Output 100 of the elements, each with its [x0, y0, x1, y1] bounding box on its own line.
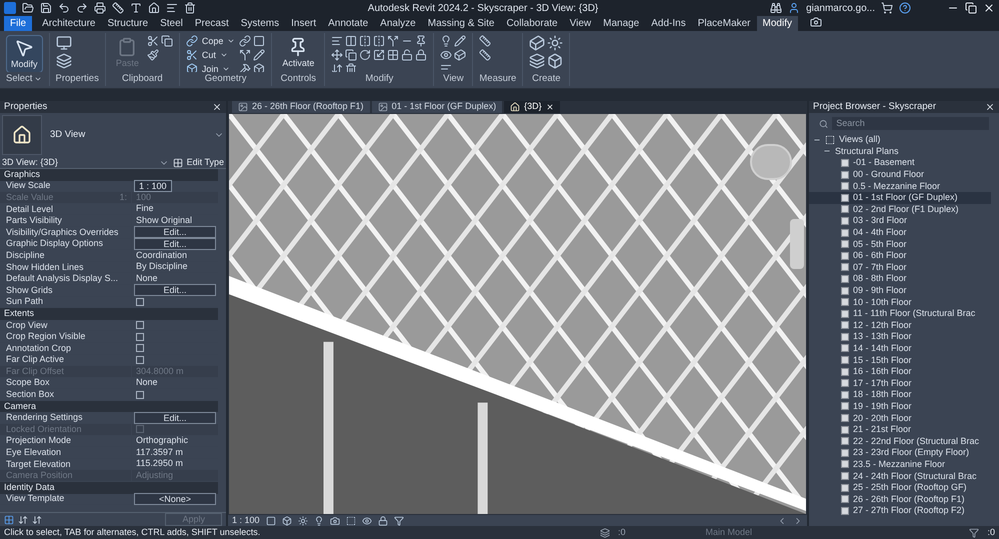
ribbon-tab[interactable]: Insert — [285, 16, 322, 31]
mirror-axis-icon[interactable] — [359, 35, 372, 47]
browser-item[interactable]: 14 - 14th Floor — [809, 342, 991, 354]
ribbon-tool-button[interactable]: Activate — [278, 35, 318, 71]
browser-item[interactable]: 27 - 27th Floor (Rooftop F2) — [809, 505, 991, 517]
ribbon-tab[interactable]: Analyze — [374, 16, 422, 31]
thin-lines-icon[interactable] — [166, 2, 178, 14]
checkbox[interactable] — [136, 321, 144, 330]
edit-button[interactable]: <None> — [134, 492, 216, 505]
ribbon-tab[interactable]: Systems — [234, 16, 286, 31]
measure-icon[interactable] — [479, 35, 492, 47]
browser-item[interactable]: 01 - 1st Floor (GF Duplex) — [809, 192, 991, 204]
view-window-tab[interactable]: 01 - 1st Floor (GF Duplex) — [372, 101, 502, 113]
ribbon-tab[interactable]: Annotate — [322, 16, 374, 31]
ribbon-tab[interactable]: Steel — [154, 16, 189, 31]
open-icon[interactable] — [22, 2, 34, 14]
sort-descending-icon[interactable] — [32, 514, 42, 524]
split-face-icon[interactable] — [239, 49, 252, 61]
home-icon[interactable] — [148, 2, 160, 14]
view-window-tab[interactable]: 26 - 26th Floor (Rooftop F1) — [232, 101, 370, 113]
sort-ascending-icon[interactable] — [18, 514, 28, 524]
copy-icon[interactable] — [160, 35, 173, 47]
ribbon-tab[interactable]: View — [564, 16, 598, 31]
browser-item[interactable]: 18 - 18th Floor — [809, 389, 991, 401]
demolish-icon[interactable] — [239, 63, 252, 72]
box-icon[interactable] — [253, 63, 266, 72]
file-menu-button[interactable]: File — [4, 16, 32, 31]
properties-icon[interactable] — [56, 35, 72, 51]
browser-item[interactable]: 15 - 15th Floor — [809, 354, 991, 366]
undo-icon[interactable] — [58, 2, 70, 14]
view-window-tab[interactable]: {3D} — [504, 101, 560, 113]
rotate-icon[interactable] — [359, 49, 372, 61]
lock-icon[interactable] — [415, 49, 428, 61]
tree-node-label[interactable]: Structural Plans — [835, 146, 899, 157]
measure-icon[interactable] — [112, 2, 124, 14]
crop-icon[interactable] — [346, 516, 356, 526]
browser-item[interactable]: 08 - 8th Floor — [809, 273, 991, 285]
pin-icon[interactable] — [415, 35, 428, 47]
browser-item[interactable]: -01 - Basement — [809, 157, 991, 169]
assembly-icon[interactable] — [547, 53, 564, 69]
print-icon[interactable] — [94, 2, 106, 14]
browser-item[interactable]: 23.5 - Mezzanine Floor — [809, 458, 991, 470]
mirror-draw-icon[interactable] — [373, 35, 386, 47]
dropdown-caret-icon[interactable] — [34, 75, 42, 83]
browser-item[interactable]: 03 - 3rd Floor — [809, 215, 991, 227]
hide-icon[interactable] — [362, 516, 372, 526]
browser-item[interactable]: 02 - 2nd Floor (F1 Duplex) — [809, 204, 991, 216]
browser-item[interactable]: 00 - Ground Floor — [809, 168, 991, 180]
pencil-icon[interactable] — [454, 35, 466, 47]
browser-item[interactable]: 11 - 11th Floor (Structural Brac — [809, 308, 991, 320]
browser-item[interactable]: 09 - 9th Floor — [809, 284, 991, 296]
offset-icon[interactable] — [345, 35, 358, 47]
cart-icon[interactable] — [881, 2, 893, 14]
text-icon[interactable] — [130, 2, 142, 14]
checkbox[interactable] — [136, 390, 144, 399]
browser-item[interactable]: 04 - 4th Floor — [809, 226, 991, 238]
ribbon-tool-button[interactable]: Cope — [186, 35, 236, 47]
edit-button[interactable]: Edit... — [134, 412, 216, 424]
property-group-header[interactable]: Camera — [0, 400, 218, 412]
ribbon-tab[interactable]: PlaceMaker — [692, 16, 757, 31]
scale-icon[interactable] — [373, 49, 386, 61]
close-icon[interactable] — [983, 2, 995, 14]
edit-button[interactable]: Edit... — [134, 238, 216, 250]
close-icon[interactable] — [212, 102, 222, 112]
save-icon[interactable] — [40, 2, 52, 14]
type-properties-icon[interactable] — [56, 53, 72, 69]
filter-icon[interactable] — [394, 516, 404, 526]
edit-button[interactable]: Edit... — [134, 226, 216, 238]
user-name[interactable]: gianmarco.go... — [806, 0, 875, 16]
property-group-header[interactable]: Identity Data — [0, 482, 218, 494]
view-scale[interactable]: 1 : 100 — [232, 514, 260, 528]
view-scale-field[interactable]: 1 : 100 — [134, 180, 172, 192]
cut-icon[interactable] — [146, 35, 159, 47]
browser-item[interactable]: 12 - 12th Floor — [809, 320, 991, 332]
browser-item[interactable]: 20 - 20th Floor — [809, 412, 991, 424]
move-icon[interactable] — [331, 49, 344, 61]
tree-node-label[interactable]: Views (all) — [839, 134, 880, 146]
copy-icon[interactable] — [345, 49, 358, 61]
browser-item[interactable]: 06 - 6th Floor — [809, 250, 991, 262]
checkbox[interactable] — [136, 298, 144, 306]
lines-icon[interactable] — [440, 63, 452, 72]
camera-icon[interactable] — [810, 16, 822, 28]
categorize-icon[interactable] — [4, 514, 14, 524]
ribbon-tab[interactable]: Add-Ins — [645, 16, 692, 31]
worksets-icon[interactable] — [600, 528, 610, 538]
group-icon[interactable] — [529, 53, 546, 69]
create-part-icon[interactable] — [529, 35, 546, 51]
align-icon[interactable] — [331, 35, 344, 47]
browser-item[interactable]: 10 - 10th Floor — [809, 296, 991, 308]
browser-item[interactable]: 22 - 22nd Floor (Structural Brac — [809, 435, 991, 448]
ribbon-tool-button[interactable]: Join — [186, 63, 236, 72]
ribbon-tool-button[interactable]: Cut — [186, 49, 236, 61]
browser-item[interactable]: 05 - 5th Floor — [809, 238, 991, 250]
match-properties-icon[interactable] — [146, 49, 159, 61]
ribbon-tool-button[interactable]: Modify — [6, 35, 43, 72]
delete-icon[interactable] — [345, 63, 358, 72]
lock-view-icon[interactable] — [378, 516, 388, 526]
browser-item[interactable]: 17 - 17th Floor — [809, 377, 991, 390]
visual-style-icon[interactable] — [282, 516, 292, 526]
ribbon-tab[interactable]: Architecture — [36, 16, 102, 31]
